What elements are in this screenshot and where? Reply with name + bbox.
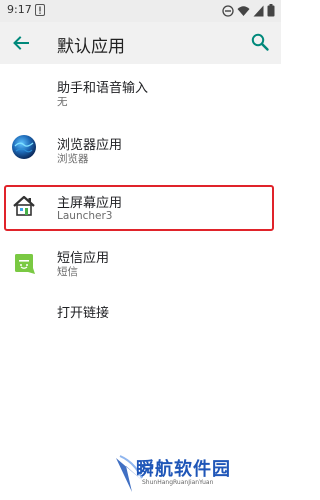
watermark-text: 瞬航软件园 [136, 459, 231, 480]
item-title: 打开链接 [57, 306, 110, 321]
list-item-sms-app[interactable]: 短信应用 短信 [0, 244, 281, 284]
item-title: 助手和语音输入 [57, 81, 149, 96]
status-icons [222, 4, 275, 17]
signal-icon [253, 5, 264, 17]
search-icon[interactable] [249, 31, 271, 53]
alert-icon [35, 4, 45, 19]
list-item-assistant-voice-input[interactable]: 助手和语音输入 无 [0, 72, 281, 112]
do-not-disturb-icon [222, 4, 234, 17]
watermark-subtext: ShunHangRuanJianYuan [142, 479, 214, 486]
browser-globe-icon [11, 134, 37, 160]
sms-icon [11, 250, 37, 276]
item-subtitle: 无 [57, 96, 68, 108]
status-time: 9:17 [7, 3, 32, 16]
list-item-browser-app[interactable]: 浏览器应用 浏览器 [0, 128, 281, 168]
wifi-icon [237, 5, 250, 17]
item-subtitle: Launcher3 [57, 210, 113, 222]
list-item-open-links[interactable]: 打开链接 [0, 296, 281, 330]
page-title: 默认应用 [57, 37, 125, 57]
item-title: 主屏幕应用 [57, 196, 123, 211]
status-bar: 9:17 [0, 0, 281, 22]
home-icon [11, 193, 37, 219]
battery-icon [267, 4, 275, 17]
watermark-logo: 瞬航软件园 ShunHangRuanJianYuan [112, 452, 272, 498]
item-subtitle: 短信 [57, 266, 78, 278]
item-subtitle: 浏览器 [57, 153, 89, 165]
arrow-back-icon[interactable] [10, 32, 32, 54]
list-item-home-app[interactable]: 主屏幕应用 Launcher3 [0, 186, 281, 230]
app-bar: 默认应用 [0, 22, 281, 64]
